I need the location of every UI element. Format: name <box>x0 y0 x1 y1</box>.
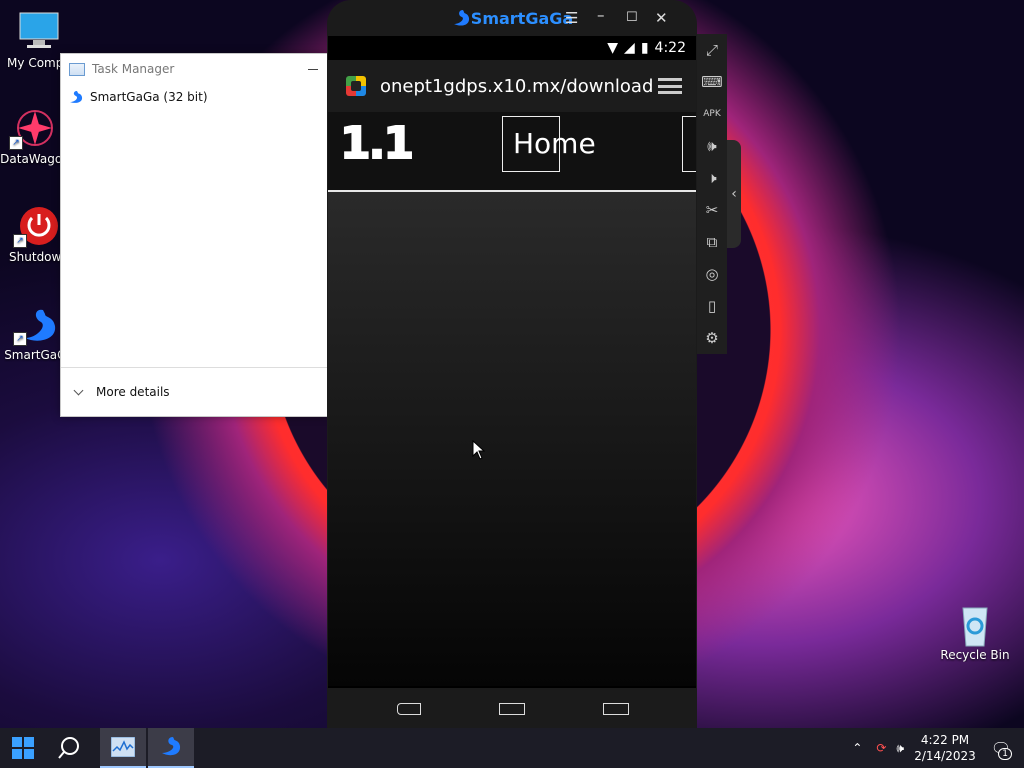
desktop-icon-recycle-bin[interactable]: Recycle Bin <box>940 604 1010 662</box>
minimize-button[interactable] <box>308 68 318 70</box>
start-button[interactable] <box>0 728 46 768</box>
clock[interactable]: 4:22 PM 2/14/2023 <box>912 732 978 764</box>
site-header: 1.1 Home <box>328 112 696 192</box>
task-manager-window: Task Manager SmartGaGa (32 bit) More det… <box>60 53 329 417</box>
window-title: Task Manager <box>92 62 175 76</box>
android-status-bar: ▼ ◢ ▮ 4:22 <box>328 36 696 60</box>
emulator-side-toolbar: ⤢ ⌨ APK 🕪 🕨 ✂ ⧉ ◎ ▯ ⚙ <box>697 34 727 354</box>
shortcut-arrow-icon: ↗ <box>9 136 23 150</box>
recent-apps-button[interactable] <box>603 703 629 715</box>
maximize-button[interactable]: ☐ <box>626 10 638 25</box>
task-manager-titlebar[interactable]: Task Manager <box>61 54 328 84</box>
keyboard-icon[interactable]: ⌨ <box>697 66 727 98</box>
url-text[interactable]: onept1gdps.x10.mx/download <box>380 76 653 97</box>
menu-icon[interactable]: ☰ <box>565 9 578 27</box>
datawagon-icon: ↗ <box>9 108 57 150</box>
signal-icon: ◢ <box>624 40 635 56</box>
volume-icon[interactable]: 🕪 <box>896 741 904 756</box>
swan-icon <box>69 90 83 104</box>
notification-count: 1 <box>998 747 1012 760</box>
emulator-titlebar[interactable]: SmartGaGa ☰ – ☐ ✕ <box>327 0 697 36</box>
shake-icon[interactable]: ▯ <box>697 290 727 322</box>
search-icon <box>58 737 79 759</box>
volume-up-icon[interactable]: 🕪 <box>697 130 727 162</box>
apk-icon[interactable]: APK <box>697 98 727 130</box>
emulator-window: SmartGaGa ☰ – ☐ ✕ ▼ ◢ ▮ 4:22 onept1gdps.… <box>327 0 697 728</box>
emulator-brand: SmartGaGa <box>451 8 573 28</box>
taskbar-task-manager[interactable] <box>100 728 146 768</box>
monitor-icon <box>17 12 61 52</box>
home-nav-button[interactable]: Home <box>502 116 596 172</box>
minimize-button[interactable]: – <box>597 6 605 24</box>
next-nav-button[interactable] <box>682 116 696 172</box>
browser-url-bar[interactable]: onept1gdps.x10.mx/download <box>328 60 696 112</box>
android-screen[interactable]: ▼ ◢ ▮ 4:22 onept1gdps.x10.mx/download 1.… <box>328 36 696 688</box>
shortcut-arrow-icon: ↗ <box>13 234 27 248</box>
brand-label: SmartGaGa <box>470 8 574 28</box>
mouse-cursor-icon <box>472 440 486 460</box>
multi-instance-icon[interactable]: ⧉ <box>697 226 727 258</box>
settings-icon[interactable]: ⚙ <box>697 322 727 354</box>
swan-icon: ↗ <box>13 304 61 346</box>
browser-menu-icon[interactable] <box>658 78 682 94</box>
volume-down-icon[interactable]: 🕨 <box>697 162 727 194</box>
shortcut-arrow-icon: ↗ <box>13 332 27 346</box>
recycle-bin-icon <box>953 604 997 647</box>
site-favicon-icon <box>346 76 366 96</box>
swan-icon <box>453 10 469 26</box>
taskbar: ⌃ ⟳ 🕪 4:22 PM 2/14/2023 🗨 1 <box>0 728 1024 768</box>
process-row[interactable]: SmartGaGa (32 bit) <box>61 84 328 110</box>
status-time: 4:22 <box>654 40 686 56</box>
swan-icon <box>162 737 181 756</box>
wifi-icon: ▼ <box>607 40 619 56</box>
battery-icon: ▮ <box>640 40 649 56</box>
taskbar-smartgaga[interactable] <box>148 728 194 768</box>
site-logo[interactable]: 1.1 <box>339 117 415 170</box>
back-button[interactable] <box>397 703 421 715</box>
clock-date: 2/14/2023 <box>914 749 976 763</box>
more-details-label: More details <box>96 385 170 399</box>
scissors-icon[interactable]: ✂ <box>697 194 727 226</box>
task-manager-icon <box>69 62 85 76</box>
more-details-button[interactable]: More details <box>61 367 328 416</box>
windows-logo-icon <box>12 737 34 759</box>
close-button[interactable]: ✕ <box>655 9 668 27</box>
toolbar-collapse-button[interactable]: ‹ <box>727 140 741 248</box>
home-nav-label: Home <box>513 127 596 160</box>
home-button[interactable] <box>499 703 525 715</box>
fullscreen-icon[interactable]: ⤢ <box>697 34 727 66</box>
sync-alert-icon[interactable]: ⟳ <box>876 741 886 755</box>
chevron-down-icon <box>73 385 84 396</box>
system-tray: ⌃ ⟳ 🕪 4:22 PM 2/14/2023 🗨 1 <box>852 732 1024 764</box>
search-button[interactable] <box>46 728 92 768</box>
clock-time: 4:22 PM <box>920 733 970 747</box>
desktop-icon-label: Recycle Bin <box>940 648 1010 662</box>
location-icon[interactable]: ◎ <box>697 258 727 290</box>
android-nav-bar <box>327 688 697 728</box>
notification-button[interactable]: 🗨 1 <box>978 739 1024 760</box>
chevron-up-icon[interactable]: ⌃ <box>852 741 862 755</box>
chevron-left-icon: ‹ <box>731 186 737 202</box>
task-manager-icon <box>111 737 135 757</box>
page-content <box>328 192 696 686</box>
power-icon: ↗ <box>13 206 61 248</box>
process-name: SmartGaGa (32 bit) <box>90 90 208 104</box>
